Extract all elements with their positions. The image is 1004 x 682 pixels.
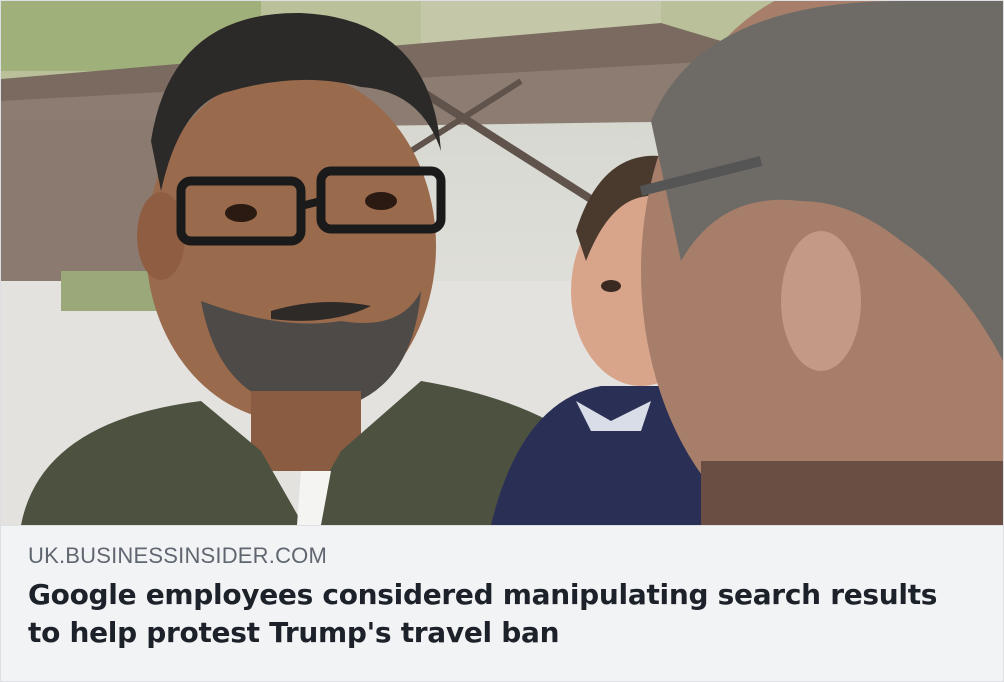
source-domain: UK.BUSINESSINSIDER.COM xyxy=(28,543,328,568)
link-preview-meta[interactable]: UK.BUSINESSINSIDER.COM Google employees … xyxy=(1,525,1003,681)
link-preview-card[interactable]: UK.BUSINESSINSIDER.COM Google employees … xyxy=(0,0,1004,682)
article-photo[interactable] xyxy=(1,1,1003,525)
article-headline[interactable]: Google employees considered manipulating… xyxy=(28,576,974,652)
article-photo-illustration xyxy=(1,1,1003,525)
